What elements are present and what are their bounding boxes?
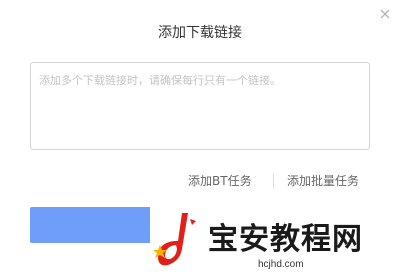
close-icon[interactable]: [377, 6, 393, 22]
watermark-url: hcjhd.com: [258, 259, 304, 270]
watermark: 宝安教程网 hcjhd.com: [150, 206, 400, 276]
divider: [273, 174, 274, 188]
add-download-link-dialog: 添加下载链接 添加BT任务 添加批量任务 宝安教程网 hcjhd.com: [0, 0, 400, 276]
add-bt-task-link[interactable]: 添加BT任务: [188, 172, 252, 189]
site-logo: [153, 213, 196, 266]
download-links-input[interactable]: [30, 62, 370, 150]
dialog-title: 添加下载链接: [158, 25, 242, 41]
secondary-actions: 添加BT任务 添加批量任务: [0, 172, 400, 190]
watermark-text: 宝安教程网: [208, 222, 363, 257]
add-batch-task-link[interactable]: 添加批量任务: [287, 172, 359, 189]
